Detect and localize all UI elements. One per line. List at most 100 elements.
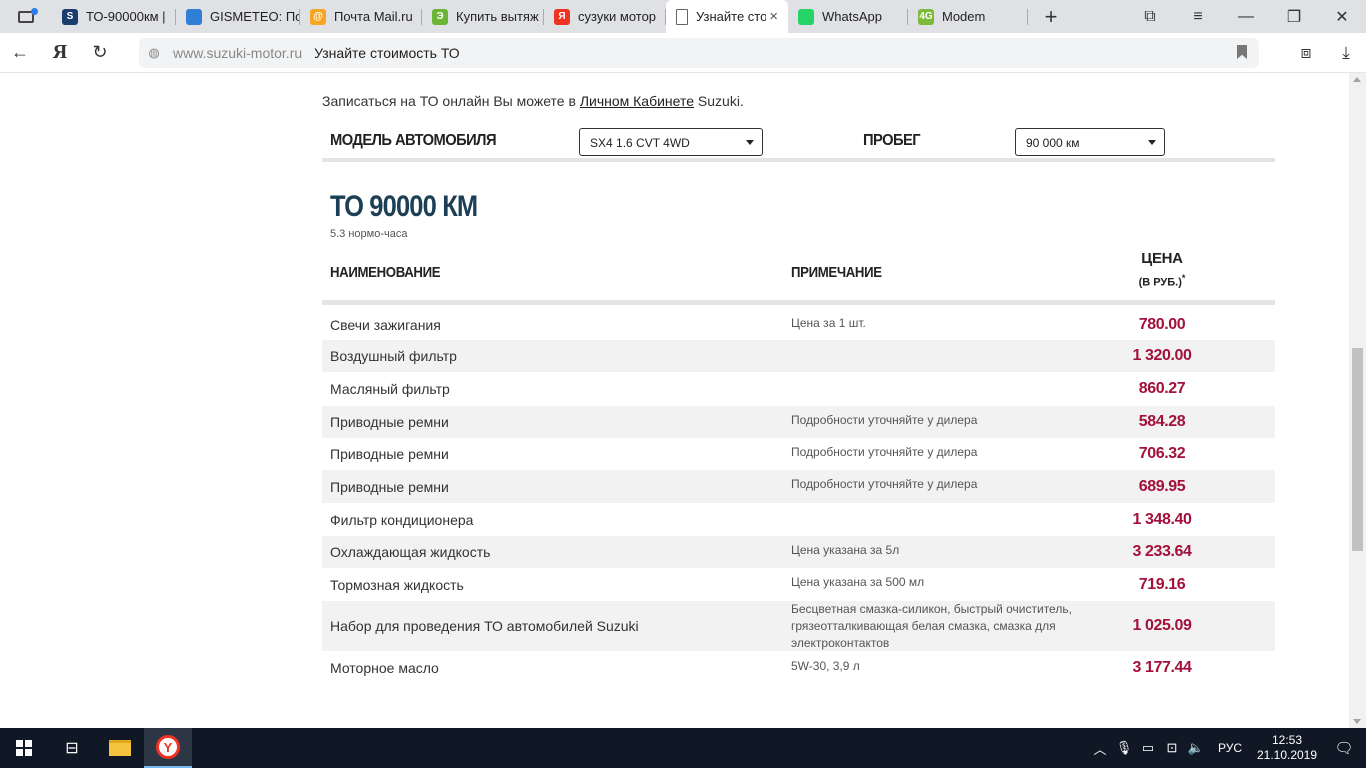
close-window-button[interactable]: ✕ — [1318, 0, 1366, 33]
part-name: Приводные ремни — [330, 414, 449, 430]
scroll-thumb[interactable] — [1352, 348, 1363, 551]
personal-account-link[interactable]: Личном Кабинете — [580, 93, 694, 109]
table-row: Свечи зажигания Цена за 1 шт. 780.00 — [322, 310, 1275, 340]
browser-tab[interactable]: Э Купить вытяж — [422, 0, 544, 33]
suzuki-icon: S — [62, 8, 78, 25]
part-name: Свечи зажигания — [330, 317, 441, 333]
part-price: 1 348.40 — [1132, 510, 1192, 528]
model-select-value: SX4 1.6 CVT 4WD — [590, 136, 690, 150]
part-note: Подробности уточняйте у дилера — [791, 444, 978, 459]
page-viewport: Записаться на ТО онлайн Вы можете в Личн… — [0, 73, 1366, 728]
table-header: НАИМЕНОВАНИЕ ПРИМЕЧАНИЕ ЦЕНА (В РУБ.)* — [322, 249, 1275, 305]
part-note: Цена указана за 500 мл — [791, 575, 925, 589]
new-tab-button[interactable]: + — [1028, 0, 1074, 33]
browser-tab[interactable]: Узнайте сто × — [666, 0, 788, 33]
power-icon[interactable]: ▭ — [1136, 740, 1160, 756]
part-name: Набор для проведения ТО автомобилей Suzu… — [330, 618, 639, 634]
table-row: Охлаждающая жидкость Цена указана за 5л 3 … — [322, 536, 1275, 568]
part-price: 1 320.00 — [1132, 347, 1192, 364]
nav-right-tools: ⧈ ⤓ — [1286, 33, 1366, 73]
model-select[interactable]: SX4 1.6 CVT 4WD — [579, 128, 763, 156]
browser-tab[interactable]: Ясузуки мотор — [544, 0, 666, 33]
footnote-mark: * — [1181, 273, 1186, 283]
yandex-home-button[interactable]: Я — [40, 33, 80, 73]
network-icon[interactable]: ⊡ — [1160, 740, 1184, 756]
part-name: Охлаждающая жидкость — [330, 544, 491, 560]
restore-button[interactable]: ❐ — [1270, 0, 1318, 33]
column-header-note: ПРИМЕЧАНИЕ — [791, 264, 882, 281]
address-host: www.suzuki-motor.ru — [173, 45, 303, 61]
browser-tab-title: GISMETEO: По — [210, 9, 300, 24]
browser-tab[interactable]: GISMETEO: По — [176, 0, 300, 33]
downloads-icon[interactable]: ⤓ — [1326, 33, 1366, 73]
browser-tab[interactable]: @ Почта Mail.ru — [300, 0, 422, 33]
clock-date: 21.10.2019 — [1256, 748, 1318, 762]
bookmark-icon[interactable] — [1237, 45, 1247, 59]
whatsapp-icon — [798, 8, 814, 25]
part-price: 689.95 — [1138, 477, 1186, 495]
part-name: Масляный фильтр — [330, 381, 450, 397]
modem-4g-icon: 4G — [918, 8, 934, 25]
browser-tab-title: Узнайте сто — [696, 9, 766, 24]
intro-text: Записаться на ТО онлайн Вы можете в Личн… — [322, 93, 744, 109]
start-button[interactable] — [0, 728, 48, 768]
notifications-icon[interactable]: 🗨 — [1322, 739, 1366, 757]
scroll-up-arrow-icon[interactable] — [1353, 77, 1361, 82]
menu-icon[interactable]: ≡ — [1174, 0, 1222, 33]
price-header-unit: (В РУБ.)* — [1112, 273, 1212, 289]
close-tab-icon[interactable]: × — [769, 8, 778, 25]
to-labor-hours: 5.3 нормо-часа — [330, 228, 408, 240]
part-name: Тормозная жидкость — [330, 576, 464, 593]
file-explorer-button[interactable] — [96, 728, 144, 768]
volume-icon[interactable]: 🔈 — [1184, 740, 1208, 756]
chevron-up-icon[interactable]: ︿ — [1088, 739, 1112, 758]
collections-icon[interactable]: ⧉ — [1126, 0, 1174, 33]
part-price: 719.16 — [1138, 575, 1186, 593]
clock[interactable]: 12:53 21.10.2019 — [1252, 733, 1322, 763]
address-bar[interactable]: ◍ www.suzuki-motor.ru Узнайте стоимость … — [139, 38, 1259, 68]
navigation-bar: ← Я ↻ ◍ www.suzuki-motor.ru Узнайте стои… — [0, 33, 1366, 73]
windows-taskbar: ⊟ Y ︿ 🎙 ▭ ⊡ 🔈 РУС 12:53 21.10.2019 🗨 — [0, 728, 1366, 768]
browser-tab[interactable]: 4G Modem — [908, 0, 1028, 33]
tab-strip: S ТО-90000км | GISMETEO: По @ Почта Mail.ru… — [52, 0, 1028, 33]
intro-text-after: Suzuki. — [694, 93, 744, 109]
windows-logo-icon — [16, 740, 32, 756]
language-indicator[interactable]: РУС — [1218, 741, 1242, 755]
yandex-icon: Я — [554, 8, 570, 25]
table-row: Приводные ремни Подробности уточняйте у д… — [322, 406, 1275, 438]
browser-tab[interactable]: WhatsApp — [788, 0, 908, 33]
part-price: 860.27 — [1138, 380, 1186, 397]
mileage-select[interactable]: 90 000 км — [1015, 128, 1165, 156]
part-name: Приводные ремни — [330, 446, 449, 462]
reload-button[interactable]: ↻ — [80, 33, 120, 73]
part-note: Подробности уточняйте у дилера — [791, 412, 978, 427]
page-scrollbar[interactable] — [1349, 73, 1366, 728]
browser-tab-title: WhatsApp — [822, 9, 882, 24]
tabs-overview-button[interactable] — [0, 0, 52, 33]
yandex-browser-taskbar-button[interactable]: Y — [144, 728, 192, 768]
browser-tab[interactable]: S ТО-90000км | — [52, 0, 176, 33]
browser-tab-title: Купить вытяж — [456, 9, 539, 24]
back-button[interactable]: ← — [0, 33, 40, 73]
notification-dot — [31, 8, 38, 15]
address-page-title: Узнайте стоимость ТО — [314, 45, 460, 61]
part-name: Приводные ремни — [330, 478, 449, 495]
chevron-down-icon — [746, 140, 754, 145]
protect-icon[interactable]: ⧈ — [1286, 33, 1326, 73]
microphone-icon[interactable]: 🎙 — [1112, 740, 1136, 756]
tab-separator — [1027, 9, 1028, 25]
to-title: ТО 90000 КМ — [330, 190, 478, 223]
part-note: Цена за 1 шт. — [791, 315, 866, 330]
minimize-button[interactable]: — — [1222, 0, 1270, 33]
scroll-down-arrow-icon[interactable] — [1353, 719, 1361, 724]
column-header-name: НАИМЕНОВАНИЕ — [330, 264, 441, 281]
task-view-button[interactable]: ⊟ — [48, 728, 96, 768]
browser-tab-title: сузуки мотор — [578, 9, 657, 24]
part-price: 3 177.44 — [1132, 659, 1192, 676]
folder-icon — [109, 740, 131, 756]
part-name: Моторное масло — [330, 660, 439, 676]
part-note: 5W-30, 3,9 л — [791, 658, 860, 673]
site-info-icon[interactable]: ◍ — [141, 45, 167, 61]
model-label: МОДЕЛЬ АВТОМОБИЛЯ — [330, 132, 497, 149]
table-row: Моторное масло 5W-30, 3,9 л 3 177.44 — [322, 651, 1275, 685]
